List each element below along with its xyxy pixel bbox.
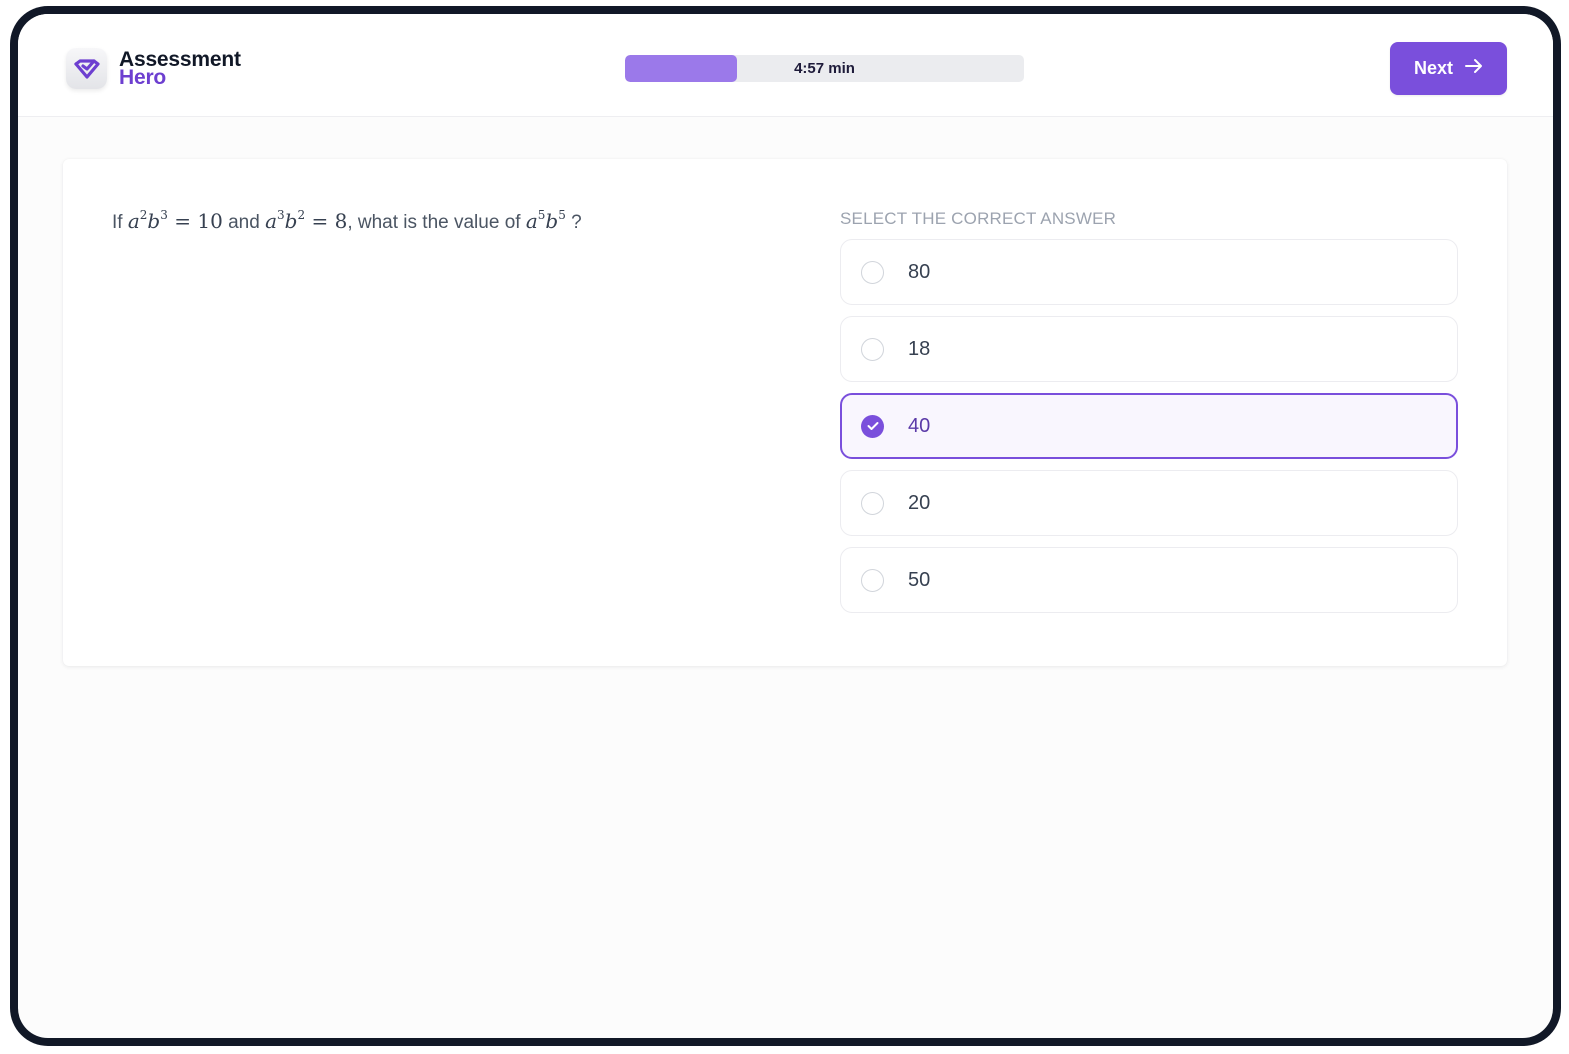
- answers-heading: SELECT THE CORRECT ANSWER: [840, 209, 1117, 228]
- answer-option-label: 40: [908, 414, 931, 437]
- checkmark-shield-icon: [66, 48, 107, 89]
- answer-options-list: 80 18 40 20 50: [840, 239, 1458, 613]
- radio-checked-icon[interactable]: [861, 414, 884, 438]
- question-card: If a2b3 = 10 and a3b2 = 8, what is the v…: [63, 159, 1507, 666]
- radio-button[interactable]: [861, 491, 884, 515]
- arrow-right-icon: [1465, 58, 1483, 79]
- answer-option[interactable]: 40: [840, 393, 1458, 459]
- target-expression: a5b5: [525, 208, 566, 233]
- answer-option[interactable]: 50: [840, 547, 1458, 613]
- answer-option[interactable]: 20: [840, 470, 1458, 536]
- device-frame: Assessment Hero 4:57 min Next If a2b3 = …: [10, 6, 1561, 1046]
- next-button[interactable]: Next: [1390, 42, 1507, 95]
- app-logo: Assessment Hero: [66, 48, 241, 89]
- question-middle: , what is the value of: [347, 212, 521, 233]
- equation-1: a2b3 = 10: [127, 208, 223, 233]
- question-text: If a2b3 = 10 and a3b2 = 8, what is the v…: [112, 207, 582, 237]
- logo-text-hero: Hero: [119, 65, 167, 89]
- timer-progress-bar: 4:57 min: [625, 55, 1024, 82]
- answer-option-label: 80: [908, 260, 931, 283]
- answer-section: SELECT THE CORRECT ANSWER 80 18 40 20 50: [840, 209, 1458, 624]
- answer-option[interactable]: 18: [840, 316, 1458, 382]
- top-header: Assessment Hero 4:57 min Next: [18, 14, 1553, 117]
- radio-button[interactable]: [861, 260, 884, 284]
- answer-option[interactable]: 80: [840, 239, 1458, 305]
- answer-option-label: 18: [908, 337, 931, 360]
- answer-option-label: 20: [908, 491, 931, 514]
- timer-label: 4:57 min: [794, 60, 855, 77]
- question-connector: and: [228, 212, 260, 233]
- equation-2: a3b2 = 8: [265, 208, 348, 233]
- app-screen: Assessment Hero 4:57 min Next If a2b3 = …: [18, 14, 1553, 1038]
- radio-button[interactable]: [861, 568, 884, 592]
- radio-button[interactable]: [861, 337, 884, 361]
- answer-option-label: 50: [908, 568, 931, 591]
- next-button-label: Next: [1413, 58, 1453, 78]
- question-prefix: If: [112, 212, 123, 233]
- question-suffix: ?: [571, 212, 582, 233]
